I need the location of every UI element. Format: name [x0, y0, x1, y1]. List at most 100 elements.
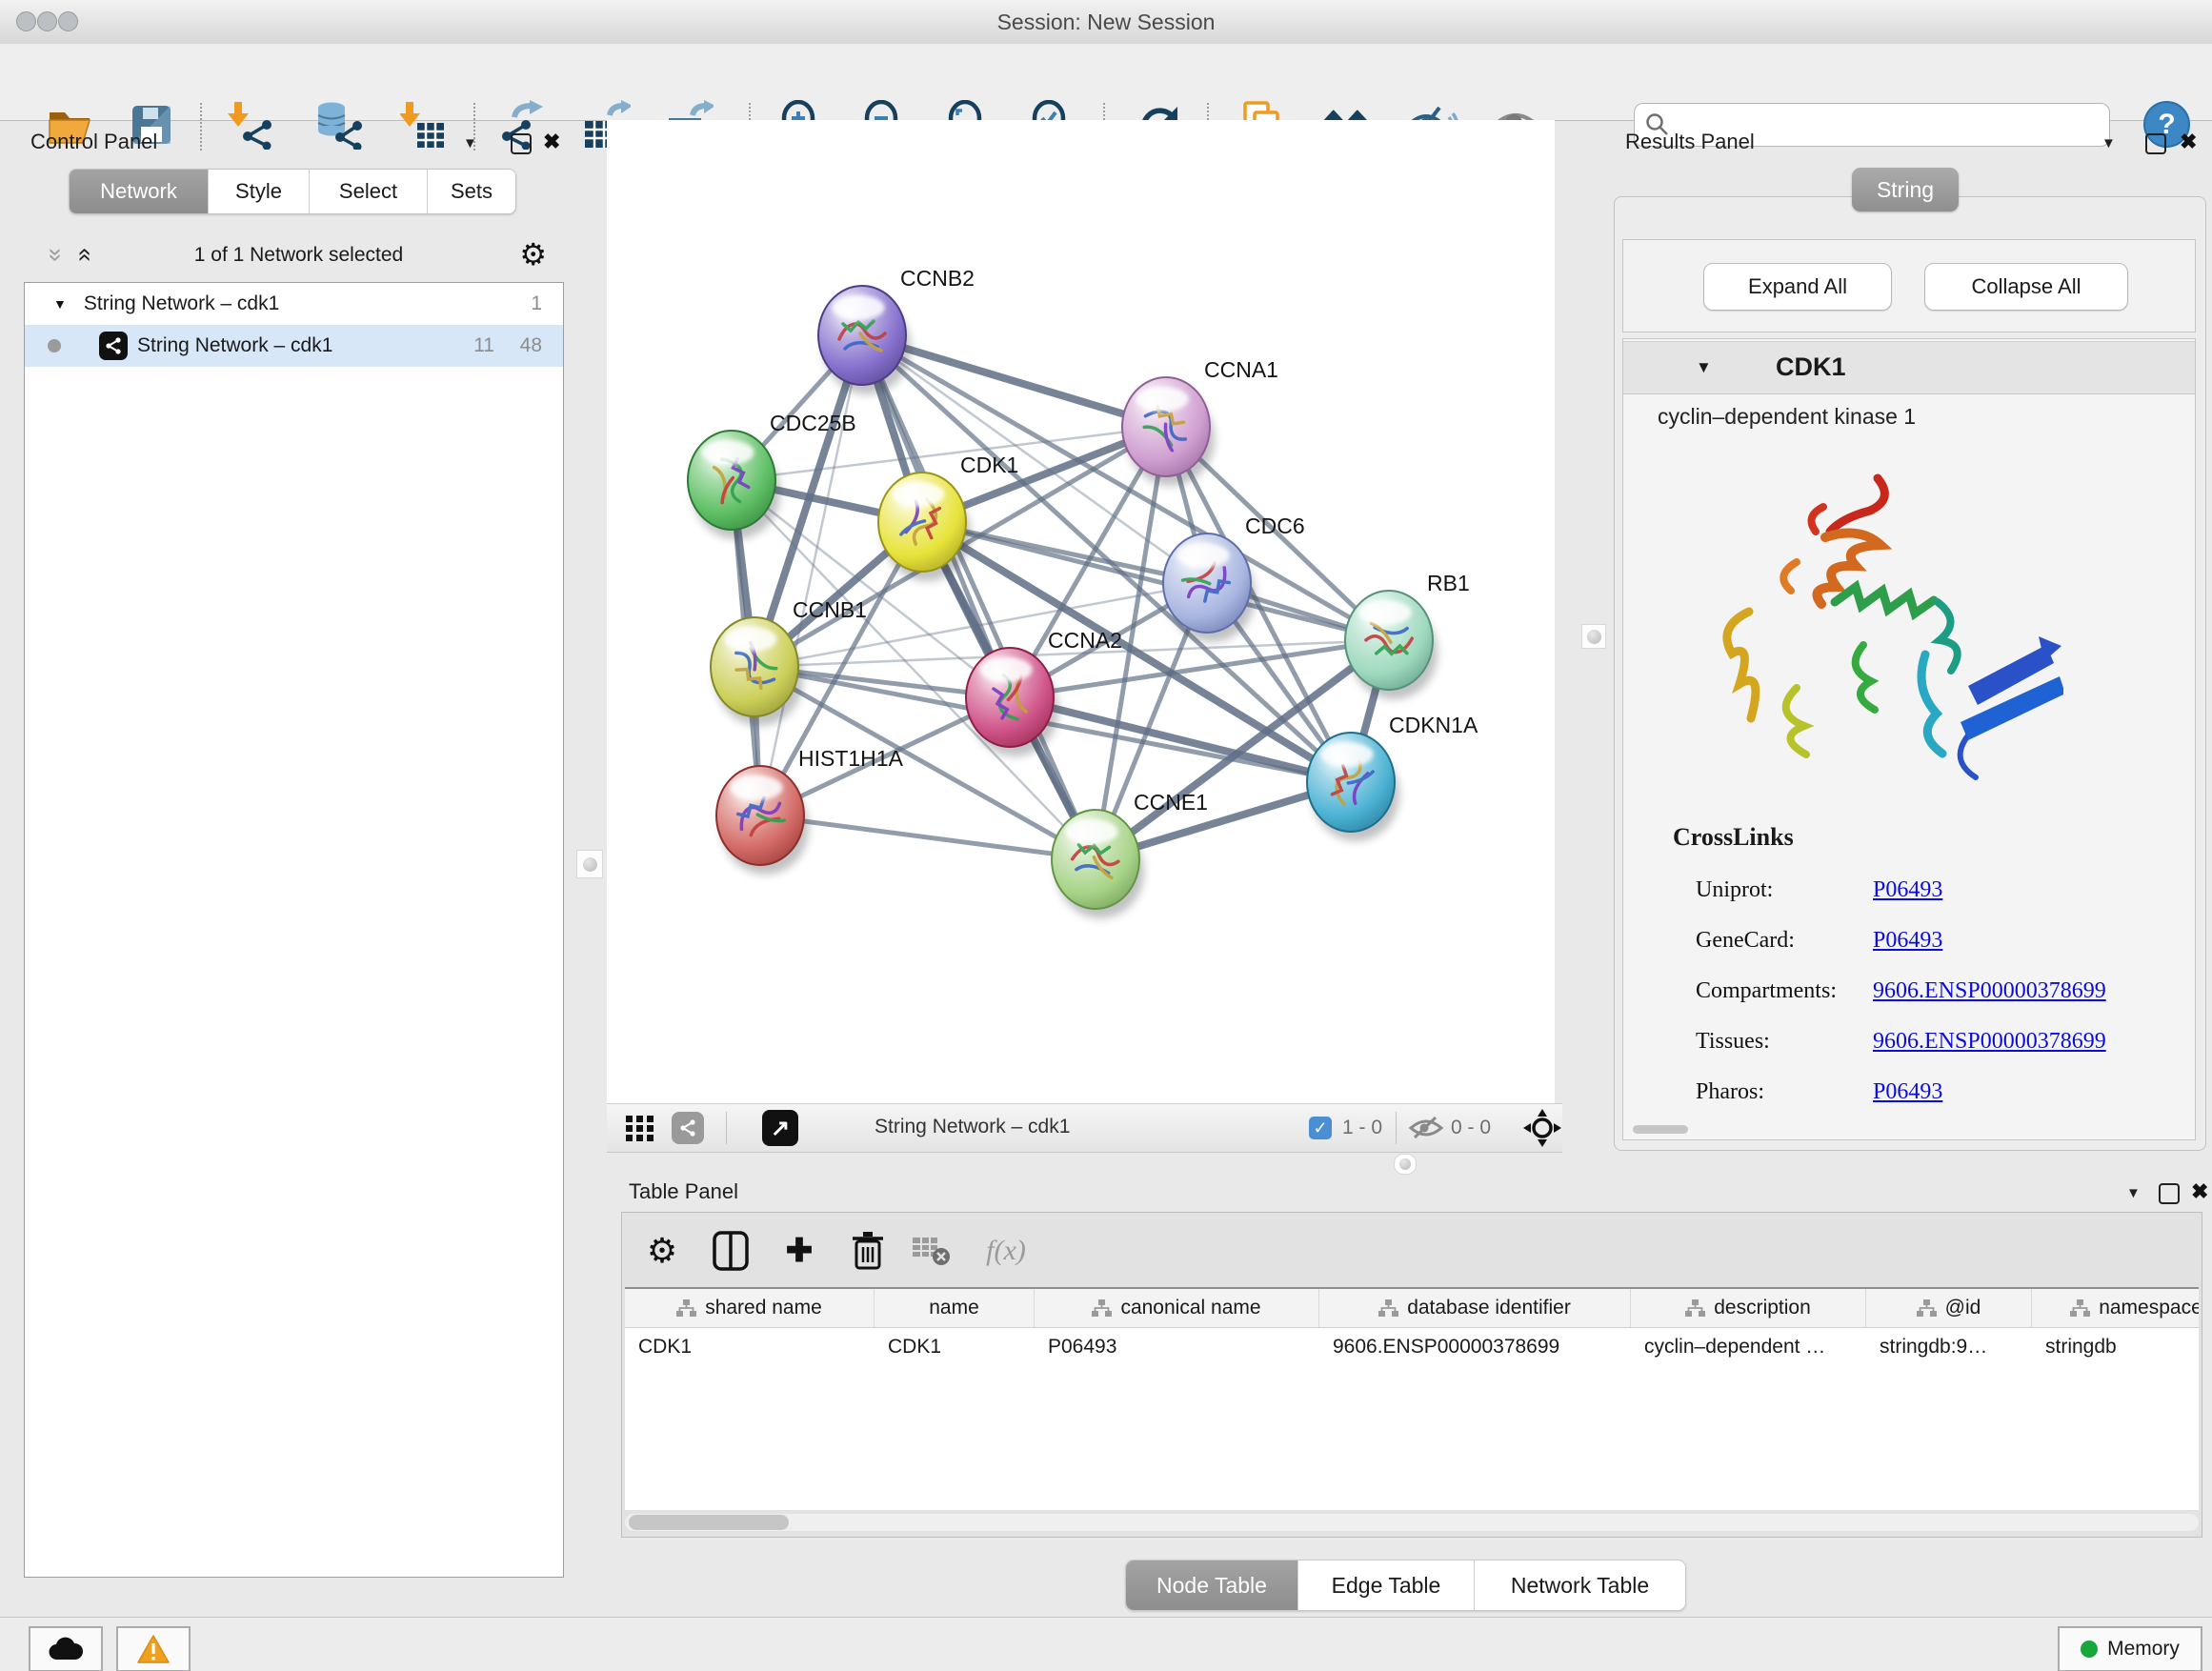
column-namespace-icon	[1378, 1299, 1398, 1318]
warnings-button[interactable]	[116, 1626, 191, 1671]
hidden-count-eye-slash-icon	[1409, 1116, 1443, 1140]
column-header-shared-name[interactable]: shared name	[625, 1289, 875, 1327]
tab-style[interactable]: Style	[209, 170, 310, 213]
delete-table-button[interactable]	[908, 1228, 954, 1274]
window-titlebar: Session: New Session	[0, 0, 2212, 45]
column-header-namespace[interactable]: namespace	[2032, 1289, 2199, 1327]
node-CDKN1A[interactable]: CDKN1A	[1307, 713, 1478, 841]
crosslink-row: Compartments:9606.ENSP00000378699	[1696, 966, 2172, 1017]
crosslinks-list: Uniprot:P06493GeneCard:P06493Compartment…	[1696, 865, 2172, 1117]
panel-close-button[interactable]: ✖	[2191, 1179, 2208, 1204]
crosslink-row: GeneCard:P06493	[1696, 916, 2172, 966]
warning-icon	[137, 1635, 170, 1663]
column-namespace-icon	[2070, 1299, 2090, 1318]
selected-count-checkbox[interactable]: ✓	[1309, 1117, 1332, 1139]
crosslink-link[interactable]: P06493	[1873, 877, 1942, 903]
network-view-title: String Network – cdk1	[875, 1116, 1070, 1138]
table-panel-title: Table Panel	[629, 1179, 738, 1204]
column-header--id[interactable]: @id	[1866, 1289, 2032, 1327]
function-builder-button[interactable]: f(x)	[973, 1228, 1039, 1274]
delete-column-button[interactable]	[845, 1228, 891, 1274]
memory-label: Memory	[2107, 1638, 2180, 1661]
network-options-gear-icon[interactable]: ⚙	[519, 236, 547, 272]
table-options-button[interactable]: ⚙	[639, 1228, 685, 1274]
expand-all-networks-icon[interactable]: «	[71, 248, 101, 261]
panel-float-button[interactable]	[2145, 133, 2166, 154]
network-edge[interactable]	[760, 335, 862, 815]
import-network-database-button[interactable]	[314, 99, 366, 151]
collapse-all-networks-icon[interactable]: «	[39, 248, 69, 261]
panel-menu-caret[interactable]: ▼	[2126, 1185, 2141, 1201]
results-hscroll-thumb[interactable]	[1633, 1125, 1688, 1134]
table-hscrollbar[interactable]	[625, 1514, 2199, 1531]
collapse-all-button[interactable]: Collapse All	[1924, 263, 2128, 311]
table-row[interactable]: CDK1CDK1P064939606.ENSP00000378699cyclin…	[625, 1328, 2199, 1366]
tab-node-table[interactable]: Node Table	[1126, 1560, 1298, 1610]
node-table-container: ⚙ ✚	[621, 1212, 2202, 1538]
grid-view-icon[interactable]	[626, 1116, 654, 1142]
tab-edge-table[interactable]: Edge Table	[1298, 1560, 1475, 1610]
node-CDK1[interactable]: CDK1	[878, 453, 1018, 581]
create-column-button[interactable]: ✚	[776, 1228, 822, 1274]
panel-float-button[interactable]	[511, 133, 532, 154]
birdseye-view-icon[interactable]	[1523, 1109, 1561, 1147]
results-tab-string[interactable]: String	[1852, 168, 1959, 211]
memory-button[interactable]: Memory	[2058, 1626, 2202, 1671]
node-label: CDKN1A	[1389, 713, 1478, 737]
crosslink-label: Tissues:	[1696, 1029, 1873, 1055]
tab-network-table[interactable]: Network Table	[1475, 1560, 1685, 1610]
node-table-body: CDK1CDK1P064939606.ENSP00000378699cyclin…	[625, 1328, 2199, 1366]
node-CDC25B[interactable]: CDC25B	[688, 411, 856, 539]
column-header-database-identifier[interactable]: database identifier	[1319, 1289, 1631, 1327]
bottom-splitter-handle[interactable]	[1394, 1154, 1417, 1175]
detach-view-icon[interactable]: ↗	[762, 1110, 798, 1146]
network-canvas[interactable]: CCNB2CCNA1CDC25BCDK1CDC6RB1CCNB1CCNA2CDK…	[607, 120, 1555, 1103]
network-row[interactable]: String Network – cdk1 11 48	[25, 325, 563, 367]
network-selection-row: « « 1 of 1 Network selected ⚙	[24, 236, 564, 276]
crosslink-link[interactable]: 9606.ENSP00000378699	[1873, 1029, 2106, 1055]
panel-close-button[interactable]: ✖	[543, 130, 560, 154]
network-edge[interactable]	[760, 815, 1096, 859]
node-CCNA1[interactable]: CCNA1	[1122, 357, 1278, 486]
column-header-description[interactable]: description	[1631, 1289, 1866, 1327]
show-columns-button[interactable]	[708, 1228, 754, 1274]
panel-menu-caret[interactable]: ▼	[2101, 135, 2116, 151]
network-current-bullet	[48, 339, 61, 352]
tab-network[interactable]: Network	[70, 170, 209, 213]
panel-menu-caret[interactable]: ▼	[463, 135, 477, 151]
network-collection-row[interactable]: ▼ String Network – cdk1 1	[25, 283, 563, 325]
node-HIST1H1A[interactable]: HIST1H1A	[716, 746, 904, 875]
node-RB1[interactable]: RB1	[1345, 571, 1470, 699]
panel-close-button[interactable]: ✖	[2180, 130, 2197, 154]
string-results-container: Expand All Collapse All ▼ CDK1 cyclin–de…	[1614, 196, 2206, 1151]
string-view-icon[interactable]	[672, 1112, 704, 1144]
crosslink-label: Compartments:	[1696, 978, 1873, 1004]
node-label: CCNB1	[793, 597, 867, 622]
expand-all-button[interactable]: Expand All	[1703, 263, 1892, 311]
cloud-status-button[interactable]	[29, 1626, 103, 1671]
tab-select[interactable]: Select	[310, 170, 428, 213]
tab-sets[interactable]: Sets	[428, 170, 515, 213]
column-header-canonical-name[interactable]: canonical name	[1035, 1289, 1319, 1327]
right-splitter-handle[interactable]	[1581, 624, 1606, 649]
import-table-file-button[interactable]	[397, 99, 449, 151]
node-label: CCNA1	[1204, 357, 1278, 382]
crosslinks-title: CrossLinks	[1673, 823, 1794, 852]
import-network-file-button[interactable]	[225, 99, 276, 151]
column-namespace-icon	[1092, 1299, 1112, 1318]
column-namespace-icon	[1917, 1299, 1937, 1318]
crosslink-link[interactable]: P06493	[1873, 1079, 1942, 1105]
table-hscroll-thumb[interactable]	[629, 1515, 789, 1530]
left-splitter-handle[interactable]	[576, 850, 603, 878]
crosslink-row: Pharos:P06493	[1696, 1067, 2172, 1117]
gene-entry-caret-icon[interactable]: ▼	[1696, 358, 1712, 377]
collection-caret-icon[interactable]: ▼	[53, 296, 67, 312]
panel-float-button[interactable]	[2159, 1183, 2180, 1204]
collection-count: 1	[531, 292, 542, 315]
gene-entry-header[interactable]: ▼ CDK1	[1623, 341, 2195, 394]
crosslink-link[interactable]: 9606.ENSP00000378699	[1873, 978, 2106, 1004]
column-header-name[interactable]: name	[875, 1289, 1035, 1327]
crosslink-link[interactable]: P06493	[1873, 928, 1942, 954]
network-edge[interactable]	[862, 335, 1096, 859]
node-CCNB2[interactable]: CCNB2	[818, 266, 975, 394]
